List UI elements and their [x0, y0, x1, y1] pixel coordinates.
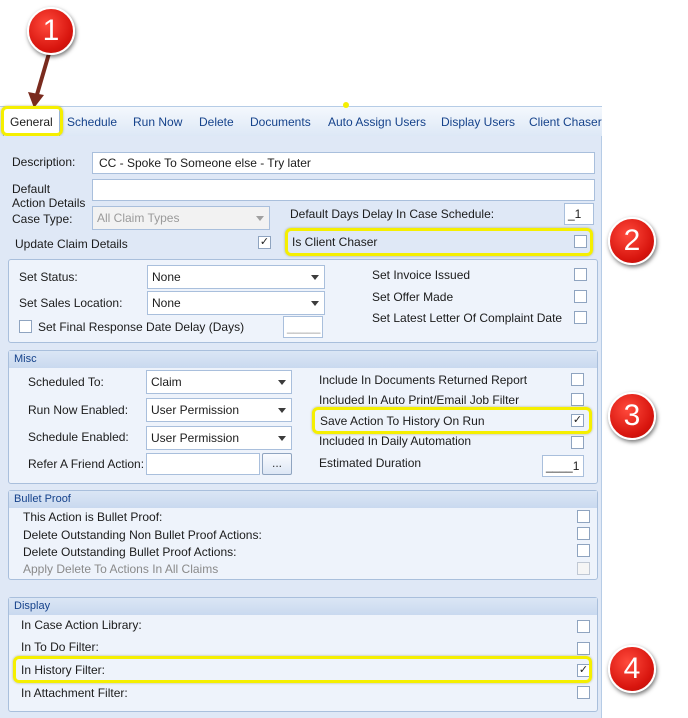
bullet-proof-panel-title: Bullet Proof: [9, 491, 597, 508]
scheduled-to-select[interactable]: Claim: [146, 370, 292, 394]
update-claim-checkbox[interactable]: ✓: [258, 236, 271, 249]
run-now-enabled-value: User Permission: [151, 403, 240, 417]
bullet-proof-item-1-label: This Action is Bullet Proof:: [23, 510, 163, 524]
in-to-do-filter-checkbox[interactable]: [577, 642, 590, 655]
highlight-save-history: [312, 407, 592, 434]
chevron-down-icon: [311, 275, 319, 280]
highlight-in-history-filter: [13, 656, 592, 683]
highlight-tab-general: [1, 106, 63, 136]
in-attachment-filter-label: In Attachment Filter:: [21, 686, 128, 700]
default-action-label-line1: Default: [12, 182, 51, 196]
description-field[interactable]: CC - Spoke To Someone else - Try later: [92, 152, 595, 174]
default-days-label: Default Days Delay In Case Schedule:: [290, 207, 495, 221]
set-sales-location-select[interactable]: None: [147, 291, 325, 315]
misc-panel-title: Misc: [9, 351, 597, 368]
run-now-enabled-select[interactable]: User Permission: [146, 398, 292, 422]
description-label: Description:: [12, 155, 76, 169]
schedule-enabled-select[interactable]: User Permission: [146, 426, 292, 450]
case-type-label: Case Type:: [12, 212, 73, 226]
tab-auto-assign-users[interactable]: Auto Assign Users: [328, 115, 426, 129]
bullet-proof-item-2-label: Delete Outstanding Non Bullet Proof Acti…: [23, 528, 262, 542]
schedule-enabled-value: User Permission: [151, 431, 240, 445]
scheduled-to-label: Scheduled To:: [28, 375, 104, 389]
set-latest-letter-checkbox[interactable]: [574, 311, 587, 324]
final-response-days-field[interactable]: _____: [283, 316, 323, 338]
in-attachment-filter-checkbox[interactable]: [577, 686, 590, 699]
annotation-badge-3: 3: [608, 392, 656, 440]
default-action-field[interactable]: [92, 179, 595, 201]
tab-documents[interactable]: Documents: [250, 115, 311, 129]
default-action-label-line2: Action Details: [12, 196, 86, 210]
set-status-label: Set Status:: [19, 270, 78, 284]
set-invoice-issued-label: Set Invoice Issued: [372, 268, 471, 282]
default-days-field[interactable]: _1: [564, 203, 594, 225]
schedule-enabled-label: Schedule Enabled:: [28, 430, 129, 444]
tab-client-chaser[interactable]: Client Chaser: [529, 115, 602, 129]
bullet-proof-item-3-label: Delete Outstanding Bullet Proof Actions:: [23, 545, 237, 559]
tab-run-now[interactable]: Run Now: [133, 115, 182, 129]
annotation-dot: [343, 102, 349, 108]
in-to-do-filter-label: In To Do Filter:: [21, 640, 99, 654]
update-claim-label: Update Claim Details: [15, 237, 128, 251]
case-type-value: All Claim Types: [97, 211, 180, 225]
refer-friend-label: Refer A Friend Action:: [28, 457, 145, 471]
estimated-duration-field[interactable]: ____1: [542, 455, 584, 477]
included-daily-label: Included In Daily Automation: [319, 434, 472, 448]
annotation-badge-1: 1: [27, 7, 75, 55]
tab-display-users[interactable]: Display Users: [441, 115, 515, 129]
highlight-is-client-chaser: [285, 228, 593, 256]
chevron-down-icon: [256, 216, 264, 221]
set-offer-made-label: Set Offer Made: [372, 290, 454, 304]
set-status-value: None: [152, 270, 181, 284]
in-case-action-library-checkbox[interactable]: [577, 620, 590, 633]
refer-friend-browse-button[interactable]: ...: [262, 453, 292, 475]
set-status-select[interactable]: None: [147, 265, 325, 289]
set-latest-letter-label: Set Latest Letter Of Complaint Date: [372, 311, 563, 325]
default-action-label: Default Action Details: [12, 182, 85, 210]
bullet-proof-item-4-label: Apply Delete To Actions In All Claims: [23, 562, 219, 576]
annotation-badge-4: 4: [608, 645, 656, 693]
chevron-down-icon: [278, 408, 286, 413]
run-now-enabled-label: Run Now Enabled:: [28, 403, 129, 417]
set-sales-location-value: None: [152, 296, 181, 310]
chevron-down-icon: [311, 301, 319, 306]
scheduled-to-value: Claim: [151, 375, 182, 389]
display-panel-title: Display: [9, 598, 597, 615]
set-final-response-checkbox[interactable]: [19, 320, 32, 333]
include-docs-checkbox[interactable]: [571, 373, 584, 386]
bullet-proof-item-3-checkbox[interactable]: [577, 544, 590, 557]
include-docs-label: Include In Documents Returned Report: [319, 373, 528, 387]
annotation-badge-2: 2: [608, 217, 656, 265]
bullet-proof-item-4-checkbox[interactable]: [577, 562, 590, 575]
set-final-response-label: Set Final Response Date Delay (Days): [38, 320, 245, 334]
estimated-duration-label: Estimated Duration: [319, 456, 422, 470]
chevron-down-icon: [278, 436, 286, 441]
set-invoice-issued-checkbox[interactable]: [574, 268, 587, 281]
include-auto-print-checkbox[interactable]: [571, 393, 584, 406]
included-daily-checkbox[interactable]: [571, 436, 584, 449]
tab-delete[interactable]: Delete: [199, 115, 234, 129]
set-sales-location-label: Set Sales Location:: [19, 296, 123, 310]
include-auto-print-label: Included In Auto Print/Email Job Filter: [319, 393, 520, 407]
tab-schedule[interactable]: Schedule: [67, 115, 117, 129]
bullet-proof-item-1-checkbox[interactable]: [577, 510, 590, 523]
in-case-action-library-label: In Case Action Library:: [21, 618, 142, 632]
chevron-down-icon: [278, 380, 286, 385]
case-type-select[interactable]: All Claim Types: [92, 206, 270, 230]
bullet-proof-item-2-checkbox[interactable]: [577, 527, 590, 540]
set-offer-made-checkbox[interactable]: [574, 290, 587, 303]
refer-friend-field[interactable]: [146, 453, 260, 475]
